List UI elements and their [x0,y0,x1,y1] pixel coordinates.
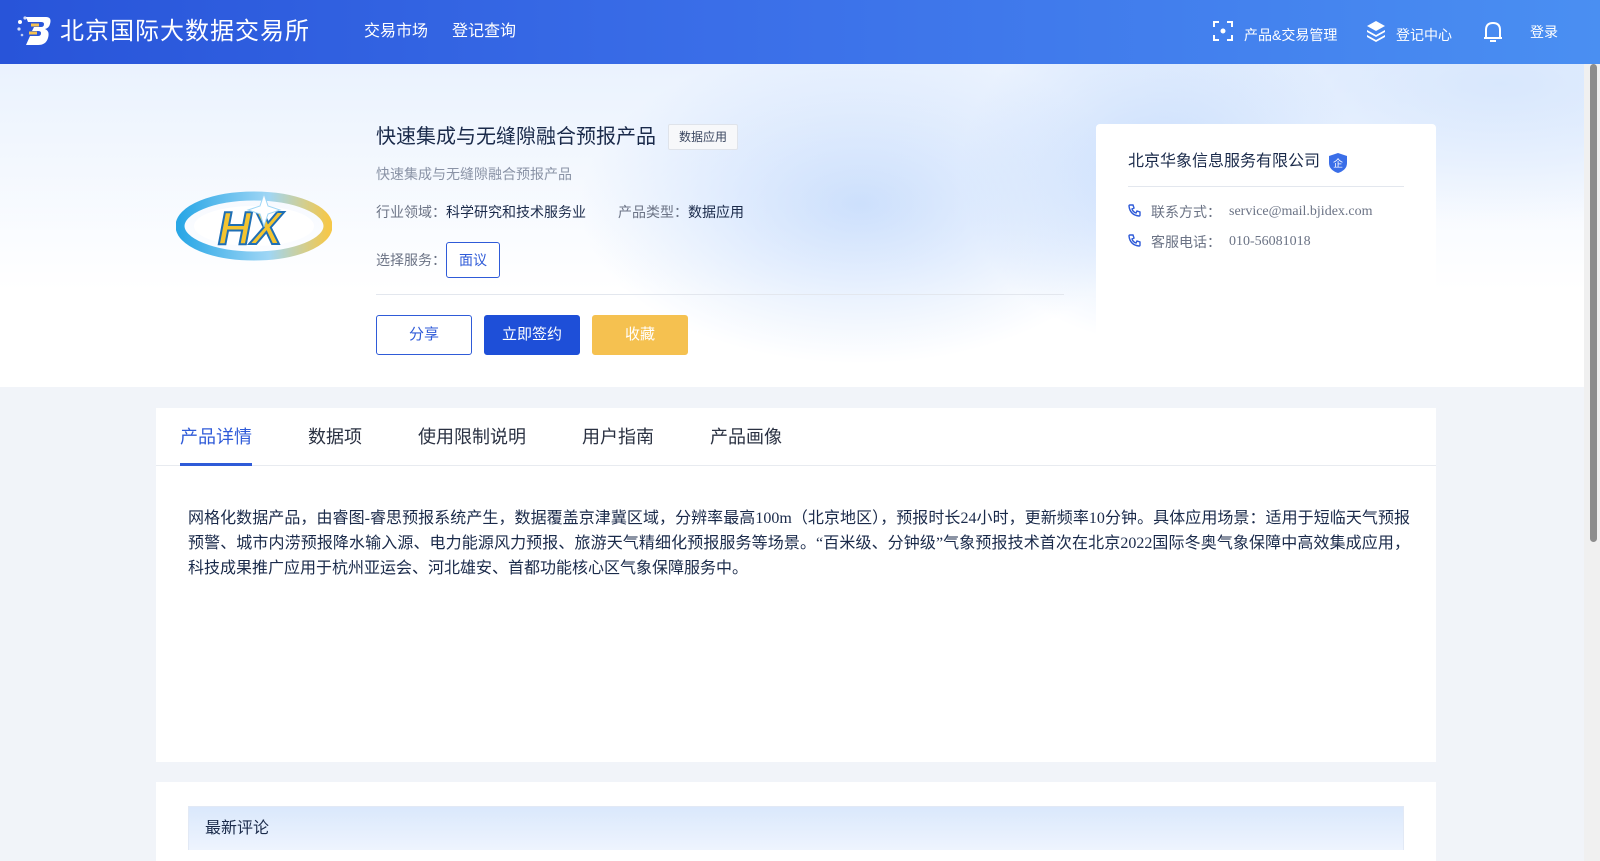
product-title: 快速集成与无缝隙融合预报产品 [376,126,656,148]
comments-title: 最新评论 [205,820,270,837]
page-scrollbar-thumb[interactable] [1590,64,1597,542]
phone-number[interactable]: 010-56081018 [1229,232,1311,252]
sign-now-button[interactable]: 立即签约 [484,315,580,355]
active-tab-indicator [180,463,252,466]
product-trade-management-link[interactable]: 产品&交易管理 [1212,20,1337,49]
tab-user-guide[interactable]: 用户指南 [582,424,654,450]
industry-label: 行业领域： [376,204,446,220]
hero-divider [376,294,1064,295]
share-button[interactable]: 分享 [376,315,472,355]
phone-label: 客服电话： [1151,234,1221,250]
company-name[interactable]: 北京华象信息服务有限公司 [1128,150,1320,174]
phone-icon [1128,202,1151,222]
product-meta: 行业领域：科学研究和技术服务业 产品类型：数据应用 [376,202,744,222]
bjidex-logo-icon[interactable] [16,14,52,48]
tab-usage-restrictions[interactable]: 使用限制说明 [418,424,526,450]
product-type-label: 产品类型： [618,204,688,220]
nav-trade-market[interactable]: 交易市场 [364,20,428,44]
contact-label: 联系方式： [1151,204,1221,220]
service-option-negotiable[interactable]: 面议 [446,242,500,278]
product-category-tag: 数据应用 [668,124,739,150]
enterprise-verified-icon: 企 [1328,152,1348,179]
bell-icon[interactable] [1482,20,1514,44]
comments-panel: 最新评论 [156,782,1436,861]
tab-product-profile[interactable]: 产品画像 [710,424,782,450]
industry-value: 科学研究和技术服务业 [446,204,586,220]
contact-phone-row: 客服电话： 010-56081018 [1128,232,1311,252]
layers-icon [1366,20,1396,49]
product-description: 网格化数据产品，由睿图-睿思预报系统产生，数据覆盖京津冀区域，分辨率最高100m… [188,510,1410,577]
registry-center-label: 登记中心 [1396,26,1452,43]
product-logo: HX [175,188,333,264]
company-divider [1128,186,1404,187]
contact-email[interactable]: service@mail.bjidex.com [1229,202,1373,222]
service-label: 选择服务： [376,252,446,268]
product-trade-management-label: 产品&交易管理 [1244,26,1338,43]
detail-tabs: 产品详情 数据项 使用限制说明 用户指南 产品画像 [156,408,1436,466]
registry-center-link[interactable]: 登记中心 [1366,20,1452,49]
scan-icon [1212,20,1244,49]
contact-email-row: 联系方式： service@mail.bjidex.com [1128,202,1373,222]
enterprise-badge-text: 企 [1333,157,1343,170]
comments-header: 最新评论 [188,806,1404,850]
favorite-button[interactable]: 收藏 [592,315,688,355]
product-hero: HX 快速集成与无缝隙融合预报产品 数据应用 快速集成与无缝隙融合预报产品 行业… [0,64,1584,387]
product-type-value: 数据应用 [688,204,744,220]
product-subtitle: 快速集成与无缝隙融合预报产品 [376,166,572,182]
product-detail-panel: 产品详情 数据项 使用限制说明 用户指南 产品画像 网格化数据产品，由睿图-睿思… [156,408,1436,762]
phone-icon [1128,232,1151,252]
site-title[interactable]: 北京国际大数据交易所 [60,14,310,50]
top-navigation-bar: 北京国际大数据交易所 交易市场 登记查询 产品&交易管理 登记中心 登录 [0,0,1600,64]
nav-registry-query[interactable]: 登记查询 [452,20,516,44]
tab-data-items[interactable]: 数据项 [308,424,362,450]
company-card: 北京华象信息服务有限公司 企 联系方式： service@mail.bjidex… [1096,124,1436,384]
tab-product-details[interactable]: 产品详情 [180,424,252,450]
login-link[interactable]: 登录 [1530,20,1558,44]
